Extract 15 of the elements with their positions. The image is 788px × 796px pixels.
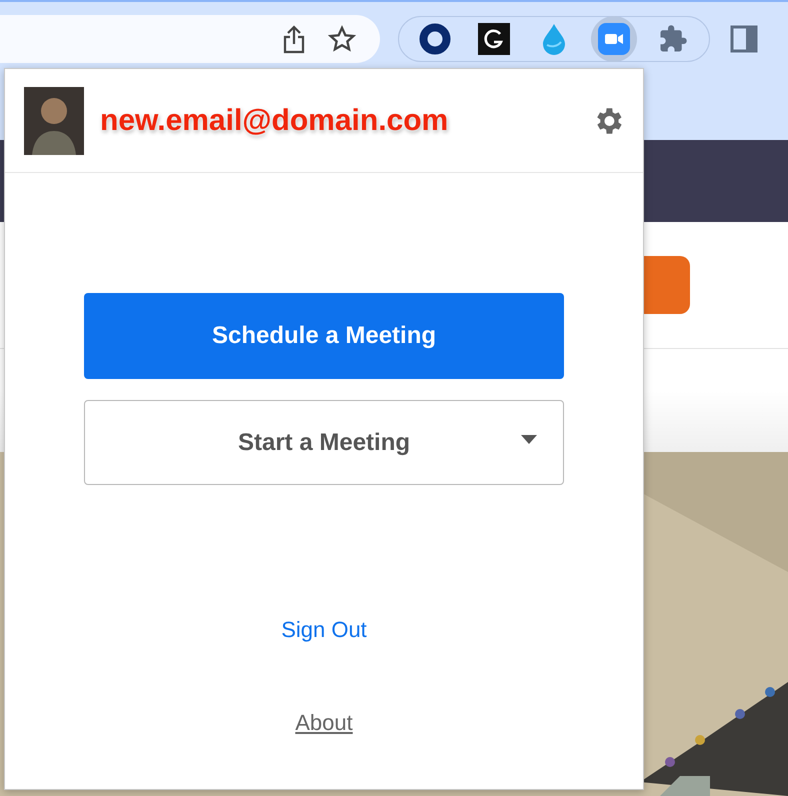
- about-link[interactable]: About: [295, 710, 353, 736]
- caret-icon: [521, 435, 537, 444]
- video-camera-icon: [598, 23, 630, 55]
- sign-out-link[interactable]: Sign Out: [281, 617, 367, 643]
- schedule-meeting-button[interactable]: Schedule a Meeting: [84, 293, 564, 379]
- side-panel-icon[interactable]: [730, 25, 758, 53]
- ring-icon: [418, 23, 451, 55]
- avatar-icon: [24, 86, 84, 154]
- star-icon[interactable]: [328, 25, 356, 53]
- letter-g-icon: [478, 23, 510, 55]
- water-drop-icon: [540, 23, 567, 55]
- start-meeting-dropdown[interactable]: Start a Meeting: [84, 400, 564, 485]
- account-email: new.email@domain.com: [100, 104, 450, 138]
- puzzle-icon: [658, 24, 688, 54]
- share-icon[interactable]: [282, 24, 306, 54]
